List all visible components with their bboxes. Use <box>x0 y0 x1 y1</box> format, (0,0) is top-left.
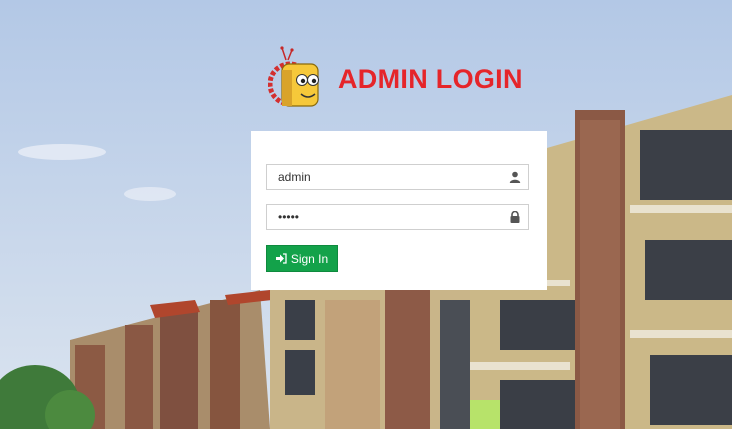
password-field[interactable] <box>266 204 529 230</box>
lock-icon <box>510 211 520 223</box>
sign-in-button[interactable]: Sign In <box>266 245 338 272</box>
page-title: ADMIN LOGIN <box>338 63 523 94</box>
sign-in-icon <box>275 253 287 264</box>
password-input[interactable] <box>267 205 503 229</box>
user-icon <box>509 171 521 183</box>
robot-mascot-logo <box>268 46 319 107</box>
login-panel: Sign In <box>251 131 547 290</box>
sign-in-label: Sign In <box>290 251 329 266</box>
username-field[interactable] <box>266 164 529 190</box>
page-header: ADMIN LOGIN <box>268 44 523 114</box>
username-input[interactable] <box>267 165 503 189</box>
